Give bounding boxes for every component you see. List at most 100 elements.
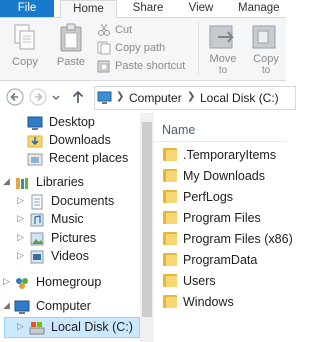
breadcrumb-local-disk[interactable]: Local Disk (C:) bbox=[200, 91, 279, 105]
nav-label: Music bbox=[51, 212, 84, 226]
nav-label: Recent places bbox=[49, 151, 129, 165]
computer-icon bbox=[97, 91, 112, 104]
collapse-arrow-icon[interactable]: ◢ bbox=[3, 300, 10, 311]
cut-button[interactable]: Cut bbox=[95, 22, 155, 39]
copy-button[interactable]: Copy bbox=[10, 22, 40, 70]
file-row[interactable]: Windows bbox=[154, 292, 286, 312]
nav-item-downloads[interactable]: Downloads bbox=[0, 131, 153, 151]
column-header-name[interactable]: Name bbox=[162, 123, 195, 137]
up-button[interactable] bbox=[70, 88, 86, 106]
copy-to-sub-label: to bbox=[261, 65, 271, 76]
move-to-sub-label: to bbox=[218, 65, 228, 76]
pictures-icon bbox=[30, 232, 44, 246]
copy-to-button[interactable]: Copy to bbox=[248, 20, 284, 76]
libraries-icon bbox=[16, 178, 28, 189]
chevron-right-icon: ❯ bbox=[187, 91, 196, 102]
up-arrow-icon bbox=[72, 90, 84, 103]
recent-places-icon bbox=[27, 153, 43, 166]
homegroup-icon bbox=[16, 278, 28, 289]
copy-path-button[interactable]: Copy path bbox=[95, 40, 195, 57]
copy-path-label: Copy path bbox=[115, 42, 166, 54]
expand-arrow-icon[interactable]: ▷ bbox=[17, 213, 24, 224]
navigation-pane: Desktop Downloads Recent places ◢ Librar… bbox=[0, 113, 153, 342]
folder-icon bbox=[163, 211, 177, 224]
nav-item-local-disk[interactable]: ▷ Local Disk (C:) bbox=[4, 317, 140, 338]
desktop-icon bbox=[27, 116, 43, 130]
ribbon-home-panel: Copy Paste Cut Copy path Paste shortcut … bbox=[0, 18, 286, 81]
nav-item-libraries[interactable]: ◢ Libraries bbox=[0, 173, 153, 193]
header-divider bbox=[154, 141, 286, 142]
file-row[interactable]: Users bbox=[154, 271, 286, 291]
nav-item-videos[interactable]: ▷ Videos bbox=[0, 247, 153, 267]
ribbon-separator bbox=[198, 22, 199, 74]
paste-shortcut-label: Paste shortcut bbox=[115, 60, 186, 72]
copy-icon bbox=[14, 24, 35, 50]
paste-button[interactable]: Paste bbox=[53, 22, 89, 70]
copy-path-icon bbox=[97, 41, 111, 55]
tab-home[interactable]: Home bbox=[60, 0, 117, 18]
expand-arrow-icon[interactable]: ▷ bbox=[17, 321, 24, 332]
breadcrumb-computer[interactable]: Computer bbox=[129, 91, 182, 105]
tab-share[interactable]: Share bbox=[128, 0, 168, 17]
collapse-arrow-icon[interactable]: ◢ bbox=[3, 176, 10, 187]
file-row[interactable]: PerfLogs bbox=[154, 187, 286, 207]
nav-item-homegroup[interactable]: ▷ Homegroup bbox=[0, 273, 153, 293]
file-name: Program Files (x86) bbox=[183, 232, 293, 246]
file-name: My Downloads bbox=[183, 169, 265, 183]
paste-icon bbox=[60, 23, 82, 52]
nav-label: Homegroup bbox=[36, 275, 102, 289]
nav-label: Documents bbox=[51, 194, 115, 208]
downloads-icon bbox=[27, 135, 43, 148]
file-name: Users bbox=[183, 274, 216, 288]
folder-icon bbox=[163, 190, 177, 203]
file-row[interactable]: Program Files (x86) bbox=[154, 229, 293, 249]
nav-label: Pictures bbox=[51, 231, 97, 245]
nav-label: Local Disk (C:) bbox=[51, 320, 133, 334]
nav-item-documents[interactable]: ▷ Documents bbox=[0, 192, 153, 212]
folder-icon bbox=[163, 295, 177, 308]
file-row[interactable]: My Downloads bbox=[154, 166, 286, 186]
move-to-button[interactable]: Move to bbox=[205, 20, 241, 76]
tab-view[interactable]: View bbox=[181, 0, 221, 17]
back-button[interactable] bbox=[6, 88, 24, 106]
chevron-down-icon bbox=[52, 95, 60, 100]
expand-arrow-icon[interactable]: ▷ bbox=[3, 276, 10, 287]
cut-label: Cut bbox=[115, 24, 133, 36]
folder-icon bbox=[163, 232, 177, 245]
expand-arrow-icon[interactable]: ▷ bbox=[17, 250, 24, 261]
file-row[interactable]: .TemporaryItems bbox=[154, 145, 286, 165]
forward-arrow-icon bbox=[29, 88, 47, 106]
music-icon bbox=[30, 213, 44, 227]
paste-shortcut-button[interactable]: Paste shortcut bbox=[95, 58, 195, 75]
nav-label: Computer bbox=[36, 299, 91, 313]
back-arrow-icon bbox=[6, 88, 24, 106]
forward-button[interactable] bbox=[29, 88, 47, 106]
folder-icon bbox=[163, 274, 177, 287]
file-list: Name .TemporaryItems My Downloads PerfLo… bbox=[154, 113, 293, 342]
nav-label: Videos bbox=[51, 249, 89, 263]
expand-arrow-icon[interactable]: ▷ bbox=[17, 195, 24, 206]
nav-item-recent-places[interactable]: Recent places bbox=[0, 149, 153, 169]
file-name: ProgramData bbox=[183, 253, 258, 267]
nav-item-music[interactable]: ▷ Music bbox=[0, 210, 153, 230]
expand-arrow-icon[interactable]: ▷ bbox=[17, 232, 24, 243]
file-row[interactable]: ProgramData bbox=[154, 250, 286, 270]
chevron-right-icon: ❯ bbox=[116, 91, 125, 102]
copy-label: Copy bbox=[12, 56, 38, 68]
file-row[interactable]: Program Files bbox=[154, 208, 286, 228]
tab-manage[interactable]: Manage bbox=[238, 0, 293, 17]
copy-to-label: Copy bbox=[253, 53, 279, 65]
tab-file[interactable]: File bbox=[0, 0, 54, 17]
file-name: PerfLogs bbox=[183, 190, 234, 204]
documents-icon bbox=[31, 194, 43, 210]
nav-item-desktop[interactable]: Desktop bbox=[0, 113, 153, 133]
recent-locations-button[interactable] bbox=[50, 91, 62, 103]
address-box[interactable]: ❯ Computer ❯ Local Disk (C:) bbox=[94, 86, 296, 110]
file-name: .TemporaryItems bbox=[183, 148, 277, 162]
nav-item-computer[interactable]: ◢ Computer bbox=[0, 297, 153, 317]
folder-icon bbox=[163, 253, 177, 266]
nav-item-pictures[interactable]: ▷ Pictures bbox=[0, 229, 153, 249]
nav-scrollbar-thumb[interactable] bbox=[142, 122, 152, 317]
move-to-icon bbox=[209, 25, 235, 49]
videos-icon bbox=[30, 250, 44, 264]
